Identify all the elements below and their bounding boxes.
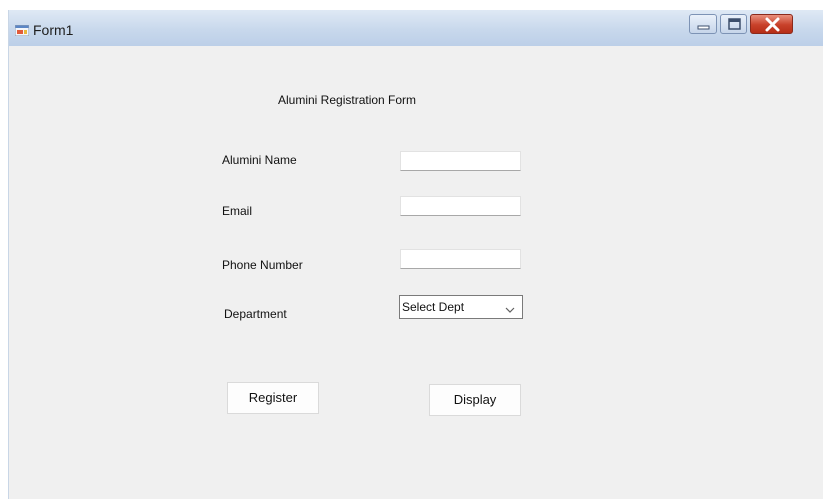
email-input[interactable]: [400, 196, 521, 216]
maximize-icon: [728, 18, 741, 30]
department-label: Department: [224, 307, 287, 321]
phone-number-label: Phone Number: [222, 258, 303, 272]
maximize-button[interactable]: [720, 14, 747, 34]
app-icon: [14, 23, 30, 37]
minimize-icon: [697, 25, 710, 30]
register-button[interactable]: Register: [227, 382, 319, 414]
alumni-name-input[interactable]: [400, 151, 521, 171]
window-title: Form1: [33, 22, 74, 38]
phone-number-input[interactable]: [400, 249, 521, 269]
chevron-down-icon: [504, 302, 516, 313]
alumni-name-label: Alumini Name: [222, 153, 297, 167]
department-dropdown[interactable]: Select Dept: [399, 295, 523, 319]
title-bar[interactable]: Form1: [9, 10, 823, 46]
email-label: Email: [222, 204, 253, 218]
department-selected-value: Select Dept: [402, 300, 465, 314]
close-button[interactable]: [750, 14, 793, 34]
display-button[interactable]: Display: [429, 384, 521, 416]
close-icon: [765, 17, 780, 32]
minimize-button[interactable]: [689, 14, 717, 34]
form-heading: Alumini Registration Form: [278, 93, 417, 107]
form1-window: Form1 Alumini Registration Form Alumini …: [8, 10, 823, 499]
